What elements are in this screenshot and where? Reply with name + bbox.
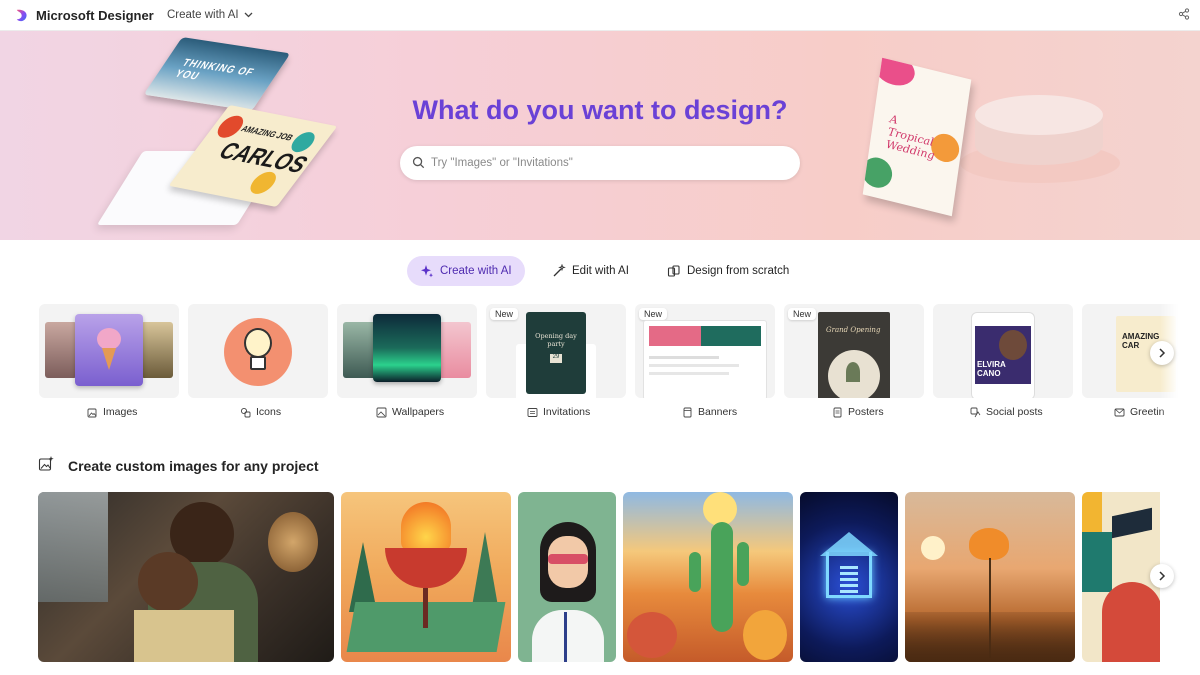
tropical-wedding-card-illustration: A Tropical Wedding xyxy=(862,57,972,217)
magic-wand-icon xyxy=(553,264,566,277)
invitation-icon xyxy=(527,407,538,417)
pedestal-top-illustration xyxy=(975,95,1103,135)
category-wallpapers-label[interactable]: Wallpapers xyxy=(376,405,444,419)
banner-icon xyxy=(683,407,692,417)
chevron-right-icon xyxy=(1159,571,1166,581)
search-bar[interactable] xyxy=(400,146,800,180)
wallpaper-icon xyxy=(376,407,387,417)
category-social-posts-label[interactable]: Social posts xyxy=(970,405,1043,419)
poster-icon xyxy=(833,407,842,417)
app-title[interactable]: Microsoft Designer xyxy=(36,8,154,23)
tab-create-with-ai[interactable]: Create with AI xyxy=(407,256,525,286)
tab-design-from-scratch[interactable]: Design from scratch xyxy=(654,256,802,286)
poster-thumb-text: Grand Opening xyxy=(826,326,881,334)
category-posters-label[interactable]: Posters xyxy=(832,405,884,419)
create-menu-label: Create with AI xyxy=(167,9,239,21)
gallery-image-mother-child-reading[interactable] xyxy=(38,492,334,662)
sparkle-icon xyxy=(421,265,433,278)
category-images-label[interactable]: Images xyxy=(87,405,137,419)
category-card-posters[interactable]: New Grand Opening xyxy=(784,304,924,398)
category-greetings-label[interactable]: Greetin xyxy=(1114,405,1164,419)
category-banners-label[interactable]: Banners xyxy=(682,405,737,419)
greeting-mail-icon xyxy=(1114,408,1125,416)
social-thumb-text: ELVIRA CANO xyxy=(977,360,1006,378)
gallery-image-woman-avatar[interactable] xyxy=(518,492,616,662)
gallery-next-button[interactable] xyxy=(1150,564,1174,588)
invitation-thumb-text: Opening day party xyxy=(535,332,577,348)
designer-logo-icon[interactable] xyxy=(14,8,29,23)
tab-label: Create with AI xyxy=(440,265,512,277)
search-icon xyxy=(412,156,425,169)
gallery-image-neon-house[interactable] xyxy=(800,492,898,662)
mode-tabs: Create with AI Edit with AI Design from … xyxy=(0,256,1200,286)
invitation-thumb-number: 29 xyxy=(550,354,562,363)
category-card-invitations[interactable]: New Opening day party 29 xyxy=(486,304,626,398)
create-with-ai-menu[interactable]: Create with AI xyxy=(167,9,253,21)
gallery-image-poppy-sunset[interactable] xyxy=(905,492,1075,662)
image-sparkle-icon xyxy=(38,456,54,471)
hero-banner: THINKING OF YOU AMAZING JOB CARLOS What … xyxy=(0,31,1200,240)
category-invitations-label[interactable]: Invitations xyxy=(527,405,590,419)
gallery-image-bbq-grill[interactable] xyxy=(341,492,511,662)
section-title: Create custom images for any project xyxy=(68,458,319,474)
category-card-banners[interactable]: New xyxy=(635,304,775,398)
chevron-right-icon xyxy=(1159,348,1166,358)
category-card-icons[interactable] xyxy=(188,304,328,398)
image-sparkle-icon xyxy=(87,408,97,417)
gallery-image-cactus-desert[interactable] xyxy=(623,492,793,662)
design-shapes-icon xyxy=(667,265,680,277)
new-badge: New xyxy=(788,308,817,320)
thinking-card-text: THINKING OF YOU xyxy=(172,57,257,83)
top-bar: Microsoft Designer Create with AI xyxy=(0,0,1200,31)
tab-label: Design from scratch xyxy=(687,265,790,277)
category-card-social-posts[interactable]: ELVIRA CANO xyxy=(933,304,1073,398)
category-card-wallpapers[interactable] xyxy=(337,304,477,398)
search-input[interactable] xyxy=(431,146,786,180)
categories-next-button[interactable] xyxy=(1150,341,1174,365)
new-badge: New xyxy=(639,308,668,320)
new-badge: New xyxy=(490,308,519,320)
category-card-images[interactable] xyxy=(39,304,179,398)
share-icon[interactable] xyxy=(1178,8,1190,20)
chevron-down-icon xyxy=(244,12,253,18)
category-icons-label[interactable]: Icons xyxy=(240,405,281,419)
tab-label: Edit with AI xyxy=(572,265,629,277)
tab-edit-with-ai[interactable]: Edit with AI xyxy=(539,256,642,286)
icon-shapes-icon xyxy=(240,407,251,417)
social-post-icon xyxy=(970,407,981,417)
